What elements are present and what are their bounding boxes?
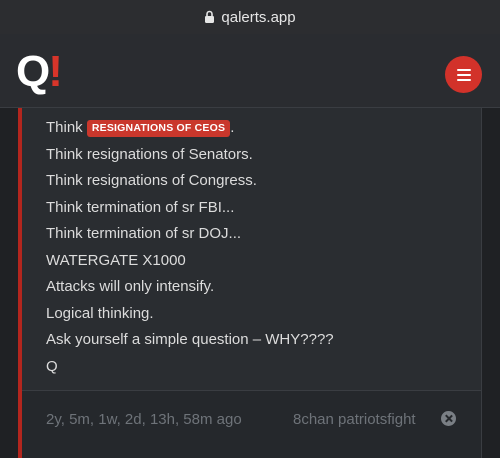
post-line: Think termination of sr FBI... [46, 198, 235, 216]
post-line: Think resignations of Congress. [46, 172, 257, 189]
close-circle-icon[interactable] [441, 411, 456, 426]
post-line: WATERGATE X1000 [46, 251, 186, 269]
post-line: Think RESIGNATIONS OF CEOS. [46, 115, 476, 142]
post-line-suffix: . [230, 119, 235, 136]
post-line: Logical thinking. [46, 304, 154, 322]
browser-url-bar[interactable]: qalerts.app [0, 0, 500, 34]
logo-q: Q [16, 47, 50, 96]
post-line: Attacks will only intensify. [46, 278, 215, 295]
highlight-tag[interactable]: RESIGNATIONS OF CEOS [86, 120, 231, 137]
browser-url-text: qalerts.app [221, 8, 296, 26]
site-header: Q! [0, 34, 500, 108]
post-line: Think termination of sr DOJ... [46, 225, 242, 242]
site-logo[interactable]: Q! [16, 47, 63, 96]
post-line-prefix: Think [46, 119, 83, 136]
menu-button[interactable] [445, 56, 482, 93]
post-signature: Q [46, 357, 58, 375]
logo-exclamation: ! [48, 47, 63, 96]
post-line: Think resignations of Senators. [46, 145, 253, 163]
hamburger-menu-icon [456, 68, 471, 81]
post-body: Think RESIGNATIONS OF CEOS. Think resign… [46, 115, 476, 380]
post-card: Think RESIGNATIONS OF CEOS. Think resign… [18, 108, 482, 458]
post-source[interactable]: 8chan patriotsfight [293, 411, 416, 428]
post-line: Ask yourself a simple question – WHY???? [46, 331, 334, 348]
post-timestamp: 2y, 5m, 1w, 2d, 13h, 58m ago [46, 411, 242, 428]
lock-icon [205, 10, 215, 23]
post-footer: 2y, 5m, 1w, 2d, 13h, 58m ago 8chan patri… [22, 390, 481, 458]
